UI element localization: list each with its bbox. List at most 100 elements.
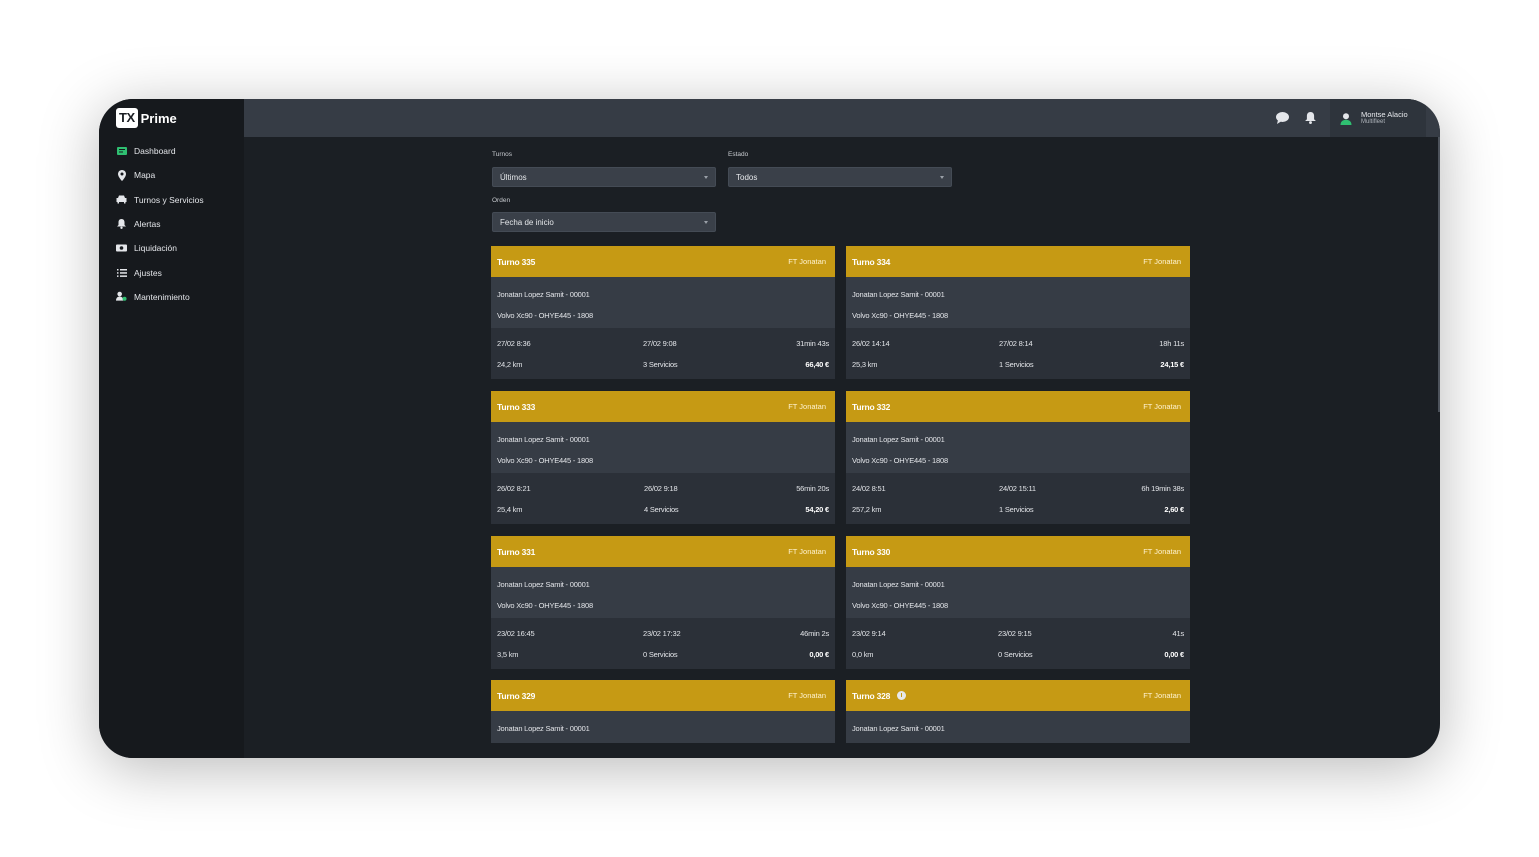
shift-services: 1 Servicios (999, 360, 1034, 369)
shift-end: 23/02 17:32 (643, 629, 681, 638)
car-icon (116, 194, 127, 205)
shift-title: Turno 328 (852, 690, 907, 701)
shift-title: Turno 331 (497, 546, 536, 557)
shift-card[interactable]: Turno 332 FT Jonatan Jonatan Lopez Samit… (846, 391, 1190, 524)
sidebar-item-mapa[interactable]: Mapa (99, 163, 244, 187)
scrollbar[interactable] (1438, 137, 1440, 412)
sidebar-item-label: Ajustes (134, 267, 162, 278)
shift-driver: Jonatan Lopez Samit - 00001 (497, 724, 590, 733)
shift-title: Turno 332 (852, 401, 891, 412)
shift-driver: Jonatan Lopez Samit - 00001 (497, 435, 590, 444)
sidebar-item-label: Mantenimiento (134, 291, 190, 302)
shift-card-footer: 26/02 8:21 26/02 9:18 56min 20s 25,4 km … (491, 473, 835, 524)
shift-card[interactable]: Turno 333 FT Jonatan Jonatan Lopez Samit… (491, 391, 835, 524)
user-role: Multifleet (1361, 118, 1386, 125)
shift-duration: 6h 19min 38s (1141, 484, 1184, 493)
shift-driver-tag: FT Jonatan (788, 257, 826, 266)
shift-end: 27/02 9:08 (643, 339, 677, 348)
shift-driver-tag: FT Jonatan (1143, 691, 1181, 700)
sidebar-item-label: Dashboard (134, 146, 176, 157)
shift-driver: Jonatan Lopez Samit - 00001 (497, 290, 590, 299)
shift-services: 0 Servicios (643, 650, 678, 659)
shift-distance: 257,2 km (852, 505, 882, 514)
turnos-label: Turnos (492, 151, 512, 158)
shift-card-footer: 24/02 8:51 24/02 15:11 6h 19min 38s 257,… (846, 473, 1190, 524)
sidebar-item-label: Liquidación (134, 243, 178, 254)
shift-card[interactable]: Turno 330 FT Jonatan Jonatan Lopez Samit… (846, 536, 1190, 669)
user-menu[interactable]: Montse Alacio Multifleet (1330, 99, 1426, 137)
info-icon[interactable] (897, 691, 907, 700)
shift-driver-tag: FT Jonatan (788, 402, 826, 411)
shift-driver: Jonatan Lopez Samit - 00001 (852, 435, 945, 444)
estado-label: Estado (728, 151, 749, 158)
shift-card-body: Jonatan Lopez Samit - 00001 (491, 711, 835, 743)
shift-end: 23/02 9:15 (998, 629, 1032, 638)
app-window: TX Prime Dashboard Mapa Turnos y Servici… (99, 99, 1440, 758)
estado-select[interactable]: Todos (728, 167, 952, 187)
shift-driver-tag: FT Jonatan (1143, 402, 1181, 411)
shift-card-header: Turno 335 FT Jonatan (491, 246, 835, 277)
shift-amount: 24,15 € (1160, 360, 1184, 369)
shift-duration: 56min 20s (796, 484, 829, 493)
shift-title: Turno 330 (852, 546, 891, 557)
sidebar-item-turnos[interactable]: Turnos y Servicios (99, 188, 244, 212)
shift-card-footer: 23/02 16:45 23/02 17:32 46min 2s 3,5 km … (491, 618, 835, 669)
shift-amount: 0,00 € (809, 650, 829, 659)
orden-select[interactable]: Fecha de inicio (492, 212, 716, 232)
shift-card-body: Jonatan Lopez Samit - 00001 Volvo Xc90 -… (491, 422, 835, 473)
turnos-select-value: Últimos (500, 172, 527, 182)
shift-card[interactable]: Turno 334 FT Jonatan Jonatan Lopez Samit… (846, 246, 1190, 379)
shift-amount: 0,00 € (1164, 650, 1184, 659)
shift-start: 26/02 14:14 (852, 339, 890, 348)
shift-start: 23/02 16:45 (497, 629, 535, 638)
sidebar: TX Prime Dashboard Mapa Turnos y Servici… (99, 99, 244, 758)
shift-services: 3 Servicios (643, 360, 678, 369)
shift-amount: 2,60 € (1164, 505, 1184, 514)
shift-card[interactable]: Turno 328 FT Jonatan Jonatan Lopez Samit… (846, 680, 1190, 743)
shift-title: Turno 334 (852, 256, 891, 267)
bell-icon (116, 219, 127, 230)
shift-card-body: Jonatan Lopez Samit - 00001 Volvo Xc90 -… (491, 567, 835, 618)
shift-driver-tag: FT Jonatan (1143, 547, 1181, 556)
shift-card-header: Turno 328 FT Jonatan (846, 680, 1190, 711)
shift-start: 24/02 8:51 (852, 484, 886, 493)
app-logo[interactable]: TX Prime (116, 107, 177, 129)
user-info: Montse Alacio Multifleet (1361, 110, 1408, 126)
shift-distance: 24,2 km (497, 360, 523, 369)
sidebar-item-alertas[interactable]: Alertas (99, 212, 244, 236)
shift-driver: Jonatan Lopez Samit - 00001 (852, 290, 945, 299)
shift-end: 27/02 8:14 (999, 339, 1033, 348)
sidebar-item-liquidacion[interactable]: Liquidación (99, 236, 244, 260)
shift-card[interactable]: Turno 335 FT Jonatan Jonatan Lopez Samit… (491, 246, 835, 379)
shift-services: 1 Servicios (999, 505, 1034, 514)
shift-title: Turno 329 (497, 690, 536, 701)
shift-title-text: Turno 328 (852, 690, 891, 701)
shift-duration: 41s (1172, 629, 1185, 638)
shift-duration: 46min 2s (800, 629, 829, 638)
main-content: Montse Alacio Multifleet Turnos Últimos … (244, 99, 1440, 758)
chat-icon[interactable] (1275, 111, 1289, 125)
shift-services: 4 Servicios (644, 505, 679, 514)
shift-card[interactable]: Turno 329 FT Jonatan Jonatan Lopez Samit… (491, 680, 835, 743)
shift-card-header: Turno 330 FT Jonatan (846, 536, 1190, 567)
orden-label: Orden (492, 197, 511, 204)
chevron-down-icon (940, 176, 944, 179)
sidebar-item-mantenimiento[interactable]: Mantenimiento (99, 285, 244, 309)
shift-card[interactable]: Turno 331 FT Jonatan Jonatan Lopez Samit… (491, 536, 835, 669)
map-pin-icon (116, 169, 127, 181)
notifications-bell-icon[interactable] (1303, 111, 1317, 125)
shift-driver: Jonatan Lopez Samit - 00001 (852, 724, 945, 733)
shift-card-header: Turno 332 FT Jonatan (846, 391, 1190, 422)
shift-start: 23/02 9:14 (852, 629, 886, 638)
shift-distance: 25,4 km (497, 505, 523, 514)
shift-distance: 0,0 km (852, 650, 874, 659)
shift-card-header: Turno 331 FT Jonatan (491, 536, 835, 567)
shift-vehicle: Volvo Xc90 - OHYE445 - 1808 (497, 311, 593, 320)
shift-driver: Jonatan Lopez Samit - 00001 (852, 580, 945, 589)
shift-driver-tag: FT Jonatan (788, 691, 826, 700)
sidebar-item-dashboard[interactable]: Dashboard (99, 139, 244, 163)
turnos-select[interactable]: Últimos (492, 167, 716, 187)
sidebar-item-ajustes[interactable]: Ajustes (99, 260, 244, 284)
shift-title: Turno 333 (497, 401, 536, 412)
shift-end: 24/02 15:11 (999, 484, 1036, 493)
